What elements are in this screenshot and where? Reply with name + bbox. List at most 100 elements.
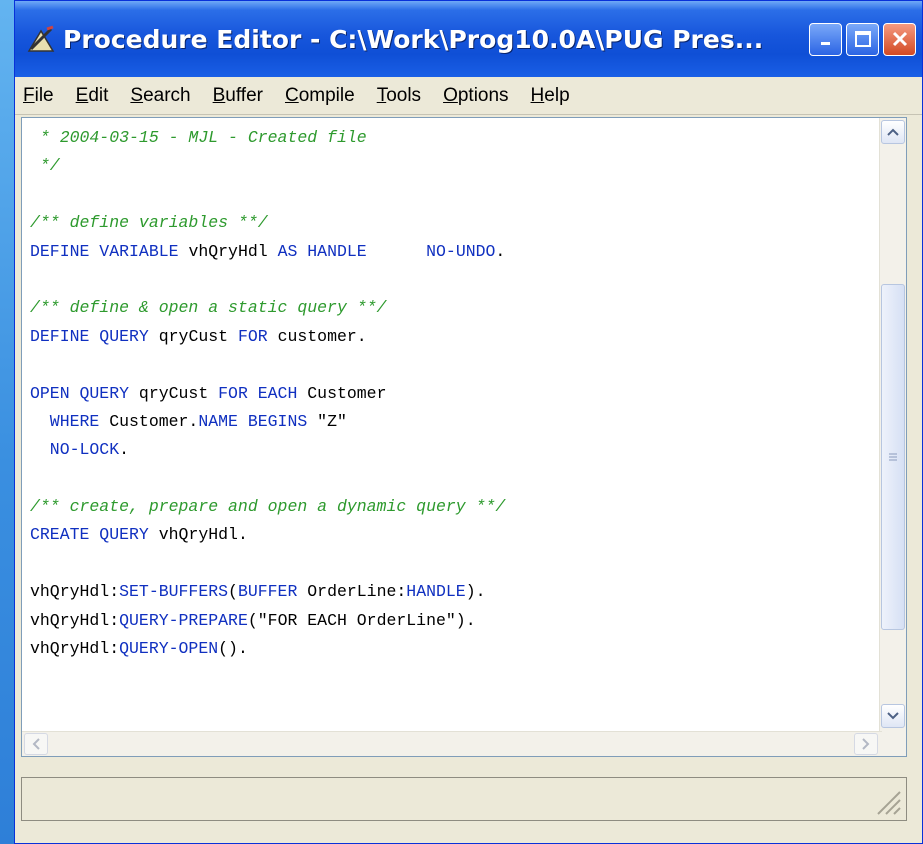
- code-line[interactable]: [30, 465, 880, 493]
- code-line[interactable]: /** define variables **/: [30, 209, 880, 237]
- code-token: vhQryHdl.: [158, 525, 248, 545]
- code-keyword: AS HANDLE: [277, 241, 367, 261]
- code-token: ().: [218, 639, 248, 659]
- code-token: vhQryHdl:: [30, 610, 120, 630]
- menu-tools-label: ools: [386, 84, 422, 106]
- code-token: customer.: [277, 326, 367, 346]
- menu-buffer-mnemonic: B: [212, 84, 226, 106]
- code-line[interactable]: vhQryHdl:QUERY-PREPARE("FOR EACH OrderLi…: [30, 607, 880, 635]
- code-token: (: [228, 582, 238, 602]
- resize-grip-icon[interactable]: [872, 786, 902, 816]
- horizontal-scrollbar[interactable]: [22, 731, 882, 756]
- code-line[interactable]: DEFINE QUERY qryCust FOR customer.: [30, 323, 880, 351]
- code-line[interactable]: vhQryHdl:SET-BUFFERS(BUFFER OrderLine:HA…: [30, 578, 880, 606]
- code-token: vhQryHdl: [188, 241, 278, 261]
- status-text: [22, 770, 38, 807]
- code-line[interactable]: * 2004-03-15 - MJL - Created file: [30, 124, 880, 152]
- status-bar: [21, 777, 907, 821]
- vertical-scroll-thumb[interactable]: [881, 284, 905, 630]
- menu-tools[interactable]: Tools: [377, 85, 421, 107]
- code-keyword: NAME BEGINS: [198, 411, 318, 431]
- procedure-editor-window: Procedure Editor - C:\Work\Prog10.0A\PUG…: [14, 0, 923, 844]
- minimize-icon: [820, 42, 830, 45]
- close-button[interactable]: [883, 22, 916, 56]
- code-keyword: FOR: [237, 326, 278, 346]
- window-title: Procedure Editor - C:\Work\Prog10.0A\PUG…: [63, 24, 764, 54]
- menu-options[interactable]: Options: [443, 85, 508, 107]
- code-keyword: QUERY-OPEN: [119, 639, 219, 659]
- code-token: Customer.: [109, 411, 199, 431]
- menu-compile-label: ompile: [298, 84, 355, 106]
- title-bar[interactable]: Procedure Editor - C:\Work\Prog10.0A\PUG…: [15, 1, 922, 77]
- menu-options-mnemonic: O: [443, 84, 458, 106]
- code-line[interactable]: vhQryHdl:QUERY-OPEN().: [30, 635, 880, 663]
- code-line[interactable]: CREATE QUERY vhQryHdl.: [30, 521, 880, 549]
- minimize-button[interactable]: [809, 22, 842, 56]
- code-comment: */: [30, 156, 60, 176]
- scroll-right-button[interactable]: [854, 733, 878, 755]
- code-line[interactable]: [30, 266, 880, 294]
- menu-compile[interactable]: Compile: [285, 85, 355, 107]
- code-keyword: NO-LOCK: [30, 440, 120, 460]
- code-keyword: DEFINE QUERY: [30, 326, 159, 346]
- code-line[interactable]: [30, 550, 880, 578]
- code-comment: /** define & open a static query **/: [30, 298, 387, 318]
- menu-bar: File Edit Search Buffer Compile Tools Op…: [15, 77, 922, 115]
- close-icon: [892, 31, 907, 47]
- code-line[interactable]: DEFINE VARIABLE vhQryHdl AS HANDLE NO-UN…: [30, 238, 880, 266]
- code-comment: /** create, prepare and open a dynamic q…: [30, 497, 506, 517]
- maximize-icon: [854, 31, 871, 47]
- code-keyword: BUFFER: [237, 582, 308, 602]
- menu-help-mnemonic: H: [530, 84, 545, 106]
- code-keyword: CREATE QUERY: [30, 525, 159, 545]
- code-comment: /** define variables **/: [30, 213, 268, 233]
- code-token: qryCust: [138, 383, 219, 403]
- code-token: "Z": [317, 411, 347, 431]
- code-line[interactable]: /** define & open a static query **/: [30, 294, 880, 322]
- menu-buffer[interactable]: Buffer: [213, 85, 263, 107]
- vertical-scrollbar[interactable]: [879, 118, 906, 756]
- maximize-button[interactable]: [846, 22, 879, 56]
- code-keyword: QUERY-PREPARE: [119, 610, 248, 630]
- code-token: vhQryHdl:: [30, 582, 120, 602]
- menu-search-label: earch: [143, 84, 191, 106]
- code-line[interactable]: [30, 351, 880, 379]
- code-token: vhQryHdl:: [30, 639, 120, 659]
- chevron-up-icon: [887, 128, 899, 136]
- menu-edit[interactable]: Edit: [76, 85, 109, 107]
- code-keyword: NO-UNDO: [426, 241, 496, 261]
- code-token: OrderLine:: [307, 582, 407, 602]
- menu-tools-mnemonic: T: [376, 84, 387, 106]
- grip-lines-icon: [889, 453, 897, 461]
- scroll-up-button[interactable]: [881, 120, 905, 144]
- menu-file[interactable]: File: [23, 85, 54, 107]
- scroll-left-button[interactable]: [24, 733, 48, 755]
- scroll-down-button[interactable]: [881, 704, 905, 728]
- code-token: .: [119, 440, 130, 460]
- chevron-down-icon: [887, 712, 899, 720]
- menu-file-label: ile: [34, 84, 54, 106]
- code-line[interactable]: [30, 181, 880, 209]
- code-editor[interactable]: * 2004-03-15 - MJL - Created file */ /**…: [21, 117, 907, 757]
- code-token: ("FOR EACH OrderLine").: [247, 610, 476, 630]
- code-token: ).: [465, 582, 486, 602]
- code-line[interactable]: OPEN QUERY qryCust FOR EACH Customer: [30, 380, 880, 408]
- code-token: Customer: [307, 383, 387, 403]
- menu-help[interactable]: Help: [531, 85, 570, 107]
- menu-compile-mnemonic: C: [284, 84, 299, 106]
- menu-help-label: elp: [544, 84, 570, 106]
- chevron-left-icon: [32, 738, 40, 750]
- code-line[interactable]: /** create, prepare and open a dynamic q…: [30, 493, 880, 521]
- code-line[interactable]: WHERE Customer.NAME BEGINS "Z": [30, 408, 880, 436]
- code-text-area[interactable]: * 2004-03-15 - MJL - Created file */ /**…: [30, 124, 880, 663]
- code-keyword: FOR EACH: [218, 383, 308, 403]
- code-line[interactable]: NO-LOCK.: [30, 436, 880, 464]
- pencil-app-icon: [27, 25, 55, 52]
- code-keyword: HANDLE: [406, 582, 466, 602]
- menu-edit-label: dit: [88, 84, 109, 106]
- code-line[interactable]: */: [30, 152, 880, 180]
- menu-search[interactable]: Search: [130, 85, 190, 107]
- menu-buffer-label: uffer: [225, 84, 263, 106]
- menu-edit-mnemonic: E: [75, 84, 89, 106]
